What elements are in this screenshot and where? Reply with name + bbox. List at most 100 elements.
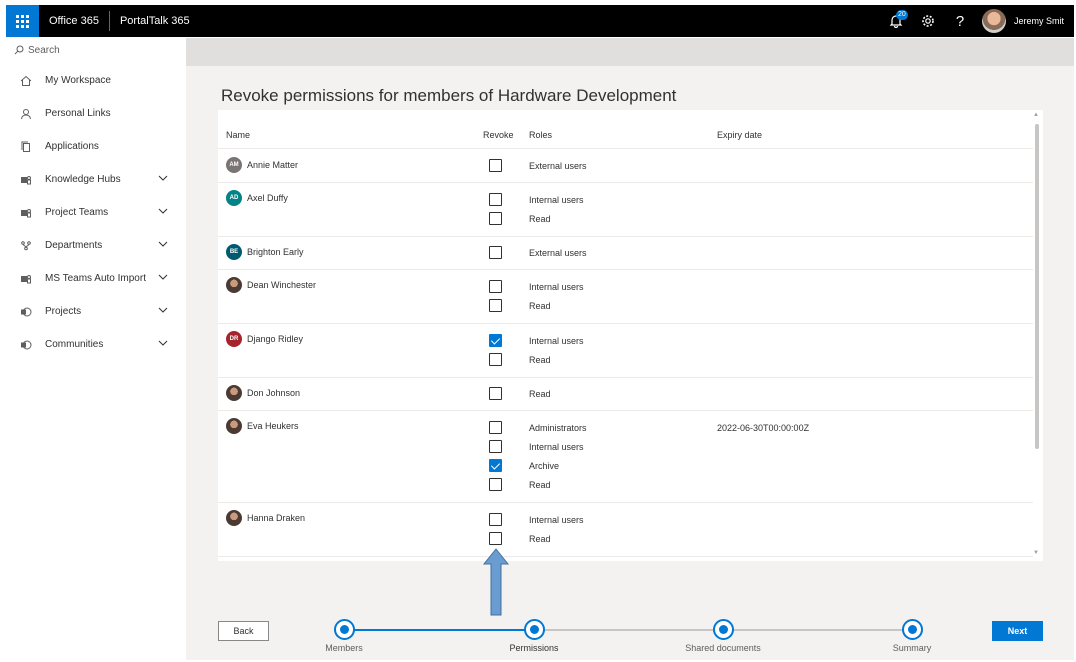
table-row: Don Johnson Read	[218, 378, 1033, 411]
sidebar-item-label: Project Teams	[45, 207, 109, 218]
top-bar: Office 365 PortalTalk 365 20 ? Jeremy Sm…	[6, 5, 1074, 37]
sidebar-item-label: Knowledge Hubs	[45, 174, 121, 185]
revoke-checkbox[interactable]	[489, 387, 502, 400]
permissions-table: Name Revoke Roles Expiry date AM Annie Ma…	[218, 110, 1043, 561]
chevron-down-icon[interactable]	[158, 272, 168, 283]
sidebar-item-personal-links[interactable]: Personal Links	[6, 97, 186, 130]
sidebar-item-label: Communities	[45, 339, 104, 350]
step-indicator-summary[interactable]	[902, 619, 923, 640]
role-line: Internal users	[218, 511, 1033, 530]
page-title: Revoke permissions for members of Hardwa…	[221, 86, 677, 105]
chevron-down-icon[interactable]	[158, 206, 168, 217]
stepper-connector	[723, 629, 912, 631]
revoke-checkbox[interactable]	[489, 353, 502, 366]
sidebar-item-label: Personal Links	[45, 108, 111, 119]
sidebar-item-departments[interactable]: Departments	[6, 229, 186, 262]
revoke-checkbox[interactable]	[489, 532, 502, 545]
step-label: Members	[325, 643, 363, 653]
sidebar-item-label: My Workspace	[45, 75, 111, 86]
stepper-connector	[534, 629, 723, 631]
next-button[interactable]: Next	[992, 621, 1043, 641]
left-navigation: Search My Workspace Personal Links Applica…	[6, 38, 186, 660]
help-icon: ?	[955, 12, 965, 30]
user-name[interactable]: Jeremy Smit	[1006, 16, 1074, 26]
role-name: Read	[529, 534, 551, 544]
role-name: Internal users	[529, 282, 584, 292]
sidebar-item-communities[interactable]: Communities	[6, 328, 186, 361]
revoke-checkbox[interactable]	[489, 299, 502, 312]
table-row: Dean Winchester Internal users Read	[218, 270, 1033, 324]
step-indicator-shared-documents[interactable]	[713, 619, 734, 640]
home-icon	[18, 75, 34, 87]
role-name: External users	[529, 248, 587, 258]
sharepoint-icon	[18, 339, 34, 351]
office-brand-link[interactable]: Office 365	[39, 15, 109, 27]
chevron-down-icon[interactable]	[158, 239, 168, 250]
role-line: Read	[218, 385, 1033, 404]
app-name-link[interactable]: PortalTalk 365	[110, 15, 200, 27]
sidebar-item-projects[interactable]: Projects	[6, 295, 186, 328]
revoke-checkbox[interactable]	[489, 280, 502, 293]
role-line: Read	[218, 530, 1033, 549]
search-icon	[14, 45, 24, 55]
step-label: Summary	[892, 643, 932, 653]
revoke-checkbox[interactable]	[489, 440, 502, 453]
table-scrollbar[interactable]	[1035, 124, 1039, 449]
chevron-down-icon[interactable]	[158, 173, 168, 184]
column-header-expiry[interactable]: Expiry date	[717, 130, 762, 140]
sidebar-item-ms-teams-auto-import[interactable]: MS Teams Auto Import	[6, 262, 186, 295]
revoke-checkbox[interactable]	[489, 459, 502, 472]
back-button[interactable]: Back	[218, 621, 269, 641]
copy-icon	[18, 141, 34, 153]
chevron-down-icon[interactable]	[158, 338, 168, 349]
user-avatar[interactable]	[981, 9, 1006, 33]
revoke-checkbox[interactable]	[489, 478, 502, 491]
revoke-checkbox[interactable]	[489, 513, 502, 526]
column-header-revoke[interactable]: Revoke	[483, 130, 514, 140]
table-row: Hanna Draken Internal users Read	[218, 503, 1033, 557]
teams-icon	[18, 273, 34, 285]
settings-button[interactable]	[912, 5, 944, 37]
role-name: Read	[529, 355, 551, 365]
revoke-checkbox[interactable]	[489, 212, 502, 225]
search-placeholder: Search	[28, 44, 60, 56]
table-header: Name Revoke Roles Expiry date	[218, 110, 1033, 149]
nav-list: My Workspace Personal Links Applications Kn…	[6, 64, 186, 361]
role-name: Read	[529, 480, 551, 490]
role-name: Read	[529, 301, 551, 311]
role-name: Archive	[529, 461, 560, 471]
notifications-button[interactable]: 20	[880, 5, 912, 37]
sidebar-item-my-workspace[interactable]: My Workspace	[6, 64, 186, 97]
scroll-down-arrow[interactable]: ▼	[1033, 550, 1039, 556]
step-label: Shared documents	[685, 643, 761, 653]
revoke-checkbox[interactable]	[489, 421, 502, 434]
sidebar-item-knowledge-hubs[interactable]: Knowledge Hubs	[6, 163, 186, 196]
revoke-checkbox[interactable]	[489, 246, 502, 259]
help-button[interactable]: ?	[944, 5, 976, 37]
org-icon	[18, 240, 34, 252]
step-indicator-permissions[interactable]	[524, 619, 545, 640]
role-line: Read	[218, 351, 1033, 370]
app-launcher-icon[interactable]	[6, 5, 39, 37]
role-line: Read	[218, 297, 1033, 316]
chevron-down-icon[interactable]	[158, 305, 168, 316]
teams-icon	[18, 207, 34, 219]
column-header-name[interactable]: Name	[226, 130, 250, 140]
revoke-checkbox[interactable]	[489, 159, 502, 172]
revoke-checkbox[interactable]	[489, 334, 502, 347]
scroll-up-arrow[interactable]: ▲	[1033, 112, 1039, 118]
main-header-strip	[186, 38, 1074, 66]
sidebar-item-label: MS Teams Auto Import	[45, 273, 146, 284]
role-name: Internal users	[529, 442, 584, 452]
sidebar-item-project-teams[interactable]: Project Teams	[6, 196, 186, 229]
role-line: Read	[218, 210, 1033, 229]
nav-search[interactable]: Search	[6, 38, 186, 62]
sidebar-item-label: Applications	[45, 141, 99, 152]
role-line: Read	[218, 476, 1033, 495]
role-line: Internal users	[218, 191, 1033, 210]
column-header-roles[interactable]: Roles	[529, 130, 552, 140]
revoke-checkbox[interactable]	[489, 193, 502, 206]
role-line: Internal users	[218, 438, 1033, 457]
step-indicator-members[interactable]	[334, 619, 355, 640]
sidebar-item-applications[interactable]: Applications	[6, 130, 186, 163]
